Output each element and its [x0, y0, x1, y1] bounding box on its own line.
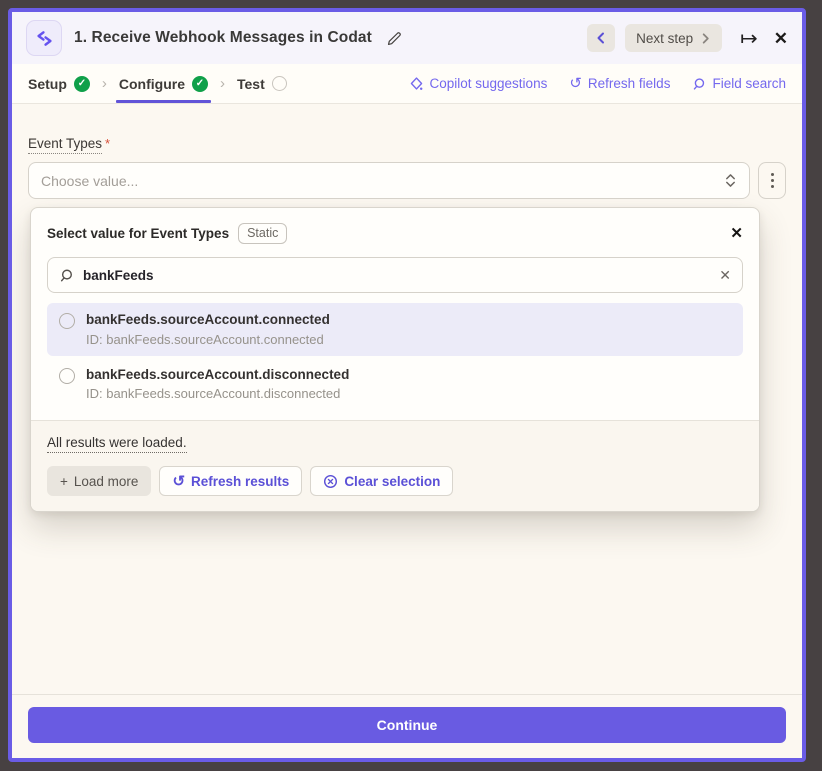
tab-setup-label: Setup	[28, 76, 67, 92]
radio-icon[interactable]	[59, 368, 75, 384]
load-more-button[interactable]: + Load more	[47, 466, 151, 496]
step-editor-panel: 1. Receive Webhook Messages in Codat Nex…	[8, 8, 806, 762]
incomplete-circle-icon	[272, 76, 287, 91]
edit-title-icon[interactable]	[386, 31, 401, 46]
refresh-icon: ↺	[172, 474, 185, 489]
field-search-label: Field search	[712, 76, 786, 91]
kebab-menu-icon	[771, 173, 774, 176]
option-row[interactable]: bankFeeds.sourceAccount.connected ID: ba…	[47, 303, 743, 356]
step-title: 1. Receive Webhook Messages in Codat	[74, 29, 372, 47]
refresh-icon: ↺	[569, 76, 582, 91]
dropdown-search-input[interactable]	[83, 268, 710, 283]
value-picker-dropdown: Select value for Event Types Static ✕ ✕	[30, 207, 760, 512]
dropdown-header: Select value for Event Types Static ✕	[47, 223, 743, 244]
field-label-row: Event Types *	[28, 136, 786, 154]
event-types-input[interactable]	[41, 173, 716, 189]
chevron-left-icon	[595, 32, 607, 44]
copilot-suggestions-label: Copilot suggestions	[430, 76, 548, 91]
field-options-menu-button[interactable]	[758, 162, 786, 199]
sparkle-icon	[409, 76, 424, 91]
dropdown-footer: All results were loaded. + Load more ↺ R…	[31, 420, 759, 511]
refresh-results-label: Refresh results	[191, 474, 289, 489]
header-actions: Next step ↦ ✕	[587, 24, 788, 52]
results-status-text: All results were loaded.	[47, 435, 187, 453]
close-panel-icon[interactable]: ✕	[774, 30, 788, 47]
tab-test[interactable]: Test	[237, 64, 287, 103]
next-step-button[interactable]: Next step	[625, 24, 722, 52]
refresh-fields-label: Refresh fields	[588, 76, 671, 91]
options-list: bankFeeds.sourceAccount.connected ID: ba…	[47, 303, 743, 410]
codat-app-icon	[26, 20, 62, 56]
check-circle-icon: ✓	[74, 76, 90, 92]
tab-toolbar: Copilot suggestions ↺ Refresh fields Fie…	[409, 76, 787, 91]
required-marker: *	[105, 136, 110, 151]
refresh-results-button[interactable]: ↺ Refresh results	[159, 466, 302, 496]
search-icon	[692, 77, 706, 91]
field-search-button[interactable]: Field search	[692, 76, 786, 91]
clear-selection-button[interactable]: Clear selection	[310, 466, 453, 496]
step-tabs: Setup ✓ › Configure ✓ › Test Copilot sug…	[12, 64, 802, 104]
option-label: bankFeeds.sourceAccount.connected	[86, 311, 330, 329]
option-row[interactable]: bankFeeds.sourceAccount.disconnected ID:…	[47, 358, 743, 411]
event-types-label: Event Types	[28, 136, 102, 154]
chevron-right-icon	[700, 33, 711, 44]
chevron-right-icon: ›	[220, 75, 225, 92]
tab-configure[interactable]: Configure ✓	[119, 64, 208, 103]
option-id: ID: bankFeeds.sourceAccount.connected	[86, 332, 330, 347]
search-icon	[59, 268, 74, 283]
option-label: bankFeeds.sourceAccount.disconnected	[86, 366, 349, 384]
refresh-fields-button[interactable]: ↺ Refresh fields	[569, 76, 670, 91]
continue-button[interactable]: Continue	[28, 707, 786, 743]
copilot-suggestions-button[interactable]: Copilot suggestions	[409, 76, 548, 91]
check-circle-icon: ✓	[192, 76, 208, 92]
step-header: 1. Receive Webhook Messages in Codat Nex…	[12, 12, 802, 64]
chevron-right-icon: ›	[102, 75, 107, 92]
code-brackets-icon	[35, 29, 54, 48]
plus-icon: +	[60, 474, 68, 489]
configure-form: Event Types * Select value for Event Typ…	[12, 104, 802, 694]
load-more-label: Load more	[74, 474, 139, 489]
dropdown-close-icon[interactable]: ✕	[730, 226, 743, 241]
clear-search-icon[interactable]: ✕	[719, 267, 731, 284]
event-types-combobox[interactable]	[28, 162, 750, 199]
circle-x-icon	[323, 474, 338, 489]
dropdown-search-box[interactable]: ✕	[47, 257, 743, 293]
tab-configure-label: Configure	[119, 76, 185, 92]
tab-test-label: Test	[237, 76, 265, 92]
next-step-label: Next step	[636, 31, 693, 46]
static-badge: Static	[238, 223, 287, 244]
stepper-icon	[724, 173, 737, 188]
clear-selection-label: Clear selection	[344, 474, 440, 489]
dropdown-footer-buttons: + Load more ↺ Refresh results Clear sele…	[47, 466, 743, 496]
collapse-panel-icon[interactable]: ↦	[740, 28, 758, 49]
option-id: ID: bankFeeds.sourceAccount.disconnected	[86, 386, 349, 401]
dropdown-title: Select value for Event Types	[47, 226, 229, 241]
event-types-field-row	[28, 162, 786, 199]
tab-setup[interactable]: Setup ✓	[28, 64, 90, 103]
dropdown-body: Select value for Event Types Static ✕ ✕	[31, 208, 759, 420]
radio-icon[interactable]	[59, 313, 75, 329]
bottom-bar: Continue	[12, 694, 802, 758]
previous-step-button[interactable]	[587, 24, 615, 52]
